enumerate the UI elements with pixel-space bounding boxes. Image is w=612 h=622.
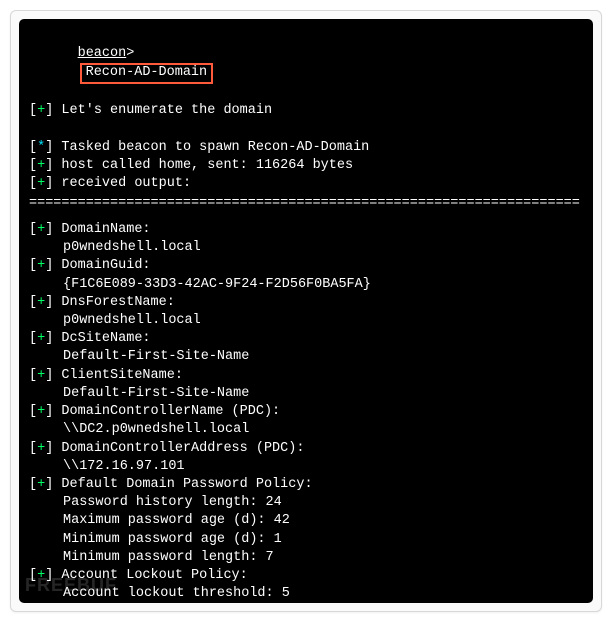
result-row: [+] ClientSiteName: — [29, 367, 583, 385]
marker-star: [*] — [29, 140, 61, 155]
result-row: [+] DomainControllerAddress (PDC): — [29, 440, 583, 458]
result-subline: Password history length: 24 — [29, 494, 583, 512]
result-label: ClientSiteName: — [61, 368, 183, 383]
marker-plus: [+] — [29, 258, 61, 273]
result-value: p0wnedshell.local — [29, 312, 583, 330]
marker-plus: [+] — [29, 331, 61, 346]
result-row: [+] Default Domain Password Policy: — [29, 476, 583, 494]
result-row: [+] DomainName: — [29, 221, 583, 239]
result-row: [+] DomainGuid: — [29, 257, 583, 275]
prompt-line: beacon> Recon-AD-Domain — [29, 27, 583, 102]
result-label: DomainGuid: — [61, 258, 150, 273]
divider: ========================================… — [29, 195, 583, 213]
terminal[interactable]: beacon> Recon-AD-Domain [+] Let's enumer… — [19, 19, 593, 603]
result-row: [+] DomainControllerName (PDC): — [29, 403, 583, 421]
marker-plus: [+] — [29, 295, 61, 310]
marker-plus: [+] — [29, 158, 61, 173]
watermark: FREEBUF — [25, 573, 117, 597]
result-value: \\DC2.p0wnedshell.local — [29, 421, 583, 439]
results-block: [+] DomainName:p0wnedshell.local[+] Doma… — [29, 221, 583, 603]
prompt-caret: > — [126, 46, 134, 61]
result-value: \\172.16.97.101 — [29, 458, 583, 476]
prompt-label: beacon — [78, 46, 127, 61]
result-value: Default-First-Site-Name — [29, 348, 583, 366]
intro-line: [+] Let's enumerate the domain — [29, 102, 583, 120]
marker-plus: [+] — [29, 368, 61, 383]
result-subline: Minimum password age (d): 1 — [29, 531, 583, 549]
result-label: DomainControllerAddress (PDC): — [61, 441, 304, 456]
marker-plus: [+] — [29, 222, 61, 237]
result-value: Default-First-Site-Name — [29, 385, 583, 403]
window-frame: beacon> Recon-AD-Domain [+] Let's enumer… — [10, 10, 602, 612]
result-subline: Minimum password length: 7 — [29, 549, 583, 567]
marker-plus: [+] — [29, 176, 61, 191]
marker-plus: [+] — [29, 477, 61, 492]
result-label: DomainName: — [61, 222, 150, 237]
result-label: DnsForestName: — [61, 295, 174, 310]
status-sent: [+] host called home, sent: 116264 bytes — [29, 157, 583, 175]
status-tasked: [*] Tasked beacon to spawn Recon-AD-Doma… — [29, 139, 583, 157]
command-text: Recon-AD-Domain — [86, 65, 208, 80]
blank-line — [29, 120, 583, 138]
result-row: [+] DnsForestName: — [29, 294, 583, 312]
command-highlight: Recon-AD-Domain — [80, 63, 214, 84]
result-label: Default Domain Password Policy: — [61, 477, 312, 492]
marker-plus: [+] — [29, 404, 61, 419]
result-value: {F1C6E089-33D3-42AC-9F24-F2D56F0BA5FA} — [29, 276, 583, 294]
status-received: [+] received output: — [29, 175, 583, 193]
result-label: DcSiteName: — [61, 331, 150, 346]
result-label: DomainControllerName (PDC): — [61, 404, 280, 419]
marker-plus: [+] — [29, 441, 61, 456]
result-subline: Maximum password age (d): 42 — [29, 512, 583, 530]
result-value: p0wnedshell.local — [29, 239, 583, 257]
marker-plus: [+] — [29, 103, 61, 118]
result-row: [+] DcSiteName: — [29, 330, 583, 348]
